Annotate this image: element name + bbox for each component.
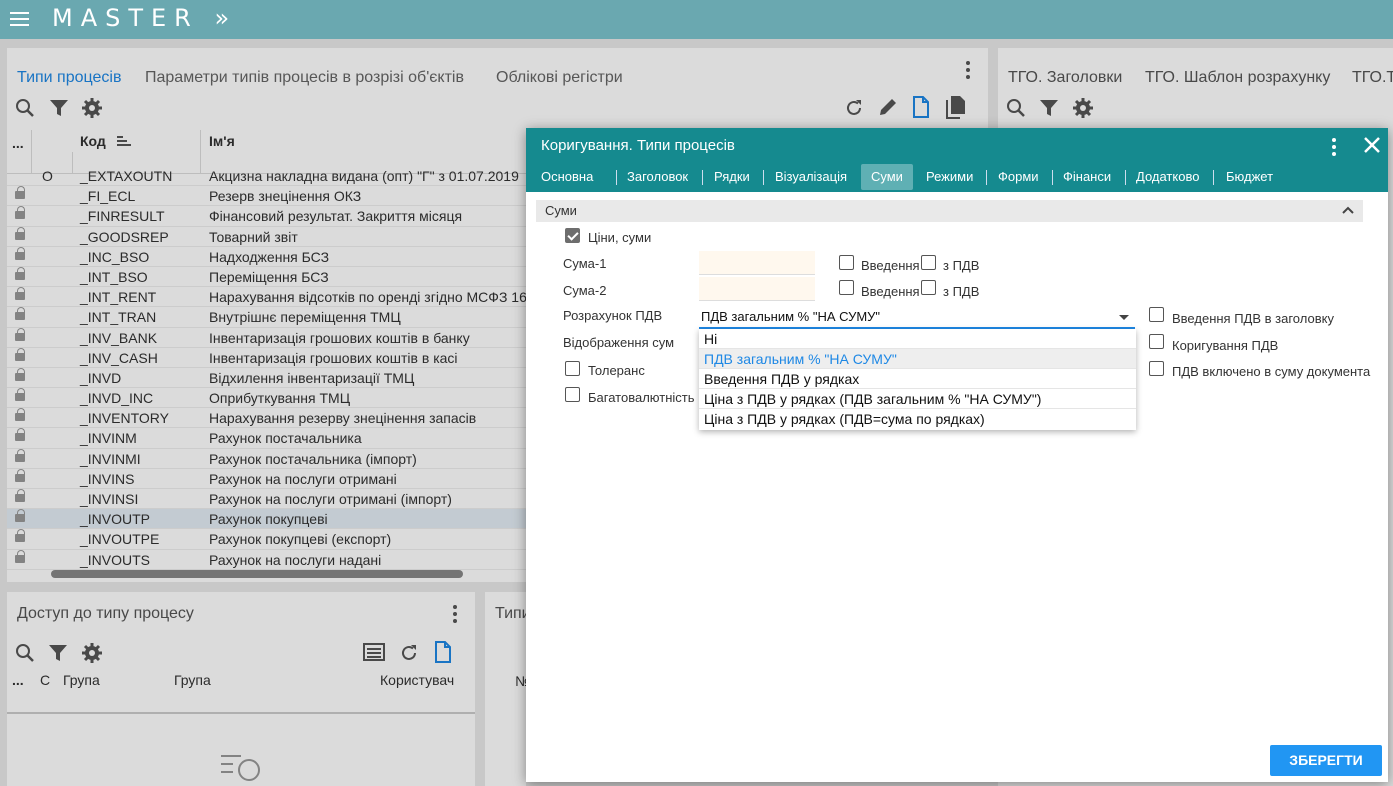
chevron-up-icon[interactable] xyxy=(1342,206,1354,214)
sum1-vat-label: з ПДВ xyxy=(943,258,980,273)
section-title: Суми xyxy=(545,203,577,218)
tab-additional[interactable]: Додатково xyxy=(1136,164,1199,190)
dropdown-option[interactable]: Ціна з ПДВ у рядках (ПДВ загальним % "НА… xyxy=(699,389,1136,409)
prices-sums-checkbox[interactable] xyxy=(565,228,580,243)
multicurrency-checkbox[interactable] xyxy=(565,387,580,402)
sum1-label: Сума-1 xyxy=(563,256,607,271)
sums-section-header[interactable]: Суми xyxy=(536,200,1363,222)
dropdown-option[interactable]: Ні xyxy=(699,329,1136,349)
tab-visualization[interactable]: Візуалізація xyxy=(775,164,847,190)
app-logo-text: MASTER xyxy=(52,4,199,32)
vat-calc-label: Розрахунок ПДВ xyxy=(563,308,663,323)
tab-sums[interactable]: Суми xyxy=(861,164,913,190)
sum2-entry-label: Введення xyxy=(861,284,920,299)
dropdown-option[interactable]: Введення ПДВ у рядках xyxy=(699,369,1136,389)
vat-calc-value: ПДВ загальним % "НА СУМУ" xyxy=(701,309,881,324)
dropdown-option-highlighted[interactable]: ПДВ загальним % "НА СУМУ" xyxy=(699,349,1136,369)
sum2-label: Сума-2 xyxy=(563,283,607,298)
vat-header-label: Введення ПДВ в заголовку xyxy=(1172,311,1334,326)
vat-included-label: ПДВ включено в суму документа xyxy=(1172,364,1371,379)
vat-correction-checkbox[interactable] xyxy=(1149,334,1164,349)
vat-included-checkbox[interactable] xyxy=(1149,361,1164,376)
tab-finance[interactable]: Фінанси xyxy=(1063,164,1111,190)
tolerance-label: Толеранс xyxy=(588,363,645,378)
sum1-entry-checkbox[interactable] xyxy=(839,255,854,270)
multicurrency-label: Багатовалютність xyxy=(588,390,695,405)
menu-icon[interactable] xyxy=(10,12,29,26)
sum1-entry-label: Введення xyxy=(861,258,920,273)
tab-modes[interactable]: Режими xyxy=(926,164,973,190)
sum2-vat-checkbox[interactable] xyxy=(921,280,936,295)
tolerance-checkbox[interactable] xyxy=(565,361,580,376)
dialog-more-icon[interactable] xyxy=(1332,138,1336,156)
vat-calc-select[interactable]: ПДВ загальним % "НА СУМУ" xyxy=(699,305,1135,329)
top-bar: MASTER » xyxy=(0,0,1393,39)
tab-header[interactable]: Заголовок xyxy=(627,164,688,190)
vat-correction-label: Коригування ПДВ xyxy=(1172,338,1279,353)
prices-sums-label: Ціни, суми xyxy=(588,230,652,245)
vat-header-checkbox[interactable] xyxy=(1149,307,1164,322)
tab-rows[interactable]: Рядки xyxy=(714,164,750,190)
display-sums-label: Відображення сум xyxy=(563,335,675,350)
sum2-field[interactable] xyxy=(699,277,815,301)
sum2-entry-checkbox[interactable] xyxy=(839,280,854,295)
dialog-tabs: Основна Заголовок Рядки Візуалізація Сум… xyxy=(526,164,1388,190)
sum1-vat-checkbox[interactable] xyxy=(921,255,936,270)
dialog-title: Коригування. Типи процесів xyxy=(541,137,735,154)
dialog-header: Коригування. Типи процесів Основна Загол… xyxy=(526,128,1388,192)
tab-forms[interactable]: Форми xyxy=(998,164,1039,190)
tab-budget[interactable]: Бюджет xyxy=(1226,164,1273,190)
edit-dialog: Коригування. Типи процесів Основна Загол… xyxy=(526,128,1388,782)
save-button[interactable]: ЗБЕРЕГТИ xyxy=(1270,745,1382,776)
close-icon[interactable] xyxy=(1364,137,1380,153)
vat-calc-dropdown: Ні ПДВ загальним % "НА СУМУ" Введення ПД… xyxy=(699,329,1136,430)
app-logo: MASTER » xyxy=(52,4,237,32)
sum2-vat-label: з ПДВ xyxy=(943,284,980,299)
dropdown-arrow-icon[interactable] xyxy=(1119,315,1129,320)
dropdown-option[interactable]: Ціна з ПДВ у рядках (ПДВ=сума по рядках) xyxy=(699,409,1136,429)
tab-main[interactable]: Основна xyxy=(541,164,593,190)
expand-arrows-icon[interactable]: » xyxy=(215,4,238,32)
sum1-field[interactable] xyxy=(699,251,815,275)
